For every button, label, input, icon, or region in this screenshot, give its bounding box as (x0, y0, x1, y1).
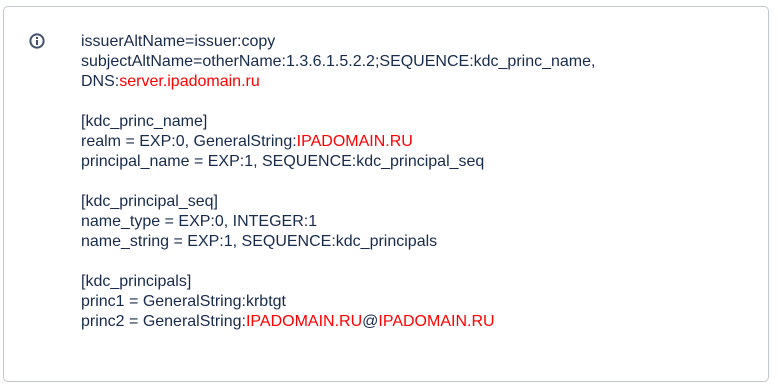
highlighted-value: IPADOMAIN.RU (378, 313, 495, 330)
config-text-block: issuerAltName=issuer:copy subjectAltName… (81, 32, 761, 332)
section-header: [kdc_princ_name] (81, 113, 208, 130)
config-line: name_type = EXP:0, INTEGER:1 (81, 213, 318, 230)
config-line: subjectAltName=otherName:1.3.6.1.5.2.2;S… (81, 53, 596, 70)
highlighted-value: IPADOMAIN.RU (296, 133, 413, 150)
highlighted-value: server.ipadomain.ru (119, 73, 260, 90)
config-line: name_string = EXP:1, SEQUENCE:kdc_princi… (81, 233, 438, 250)
config-line: princ2 = GeneralString:IPADOMAIN.RU@IPAD… (81, 312, 761, 332)
info-panel: issuerAltName=issuer:copy subjectAltName… (3, 6, 769, 382)
line-text: @ (362, 313, 379, 330)
section-header: [kdc_principal_seq] (81, 193, 218, 210)
config-line: issuerAltName=issuer:copy (81, 33, 276, 50)
info-icon (29, 33, 45, 49)
config-line: realm = EXP:0, GeneralString:IPADOMAIN.R… (81, 132, 761, 152)
config-line: DNS:server.ipadomain.ru (81, 72, 761, 92)
line-text: DNS: (81, 73, 120, 90)
line-text: princ2 = GeneralString: (81, 313, 246, 330)
line-text: realm = EXP:0, GeneralString: (81, 133, 297, 150)
section-header: [kdc_principals] (81, 273, 192, 290)
config-line: principal_name = EXP:1, SEQUENCE:kdc_pri… (81, 153, 485, 170)
config-line: princ1 = GeneralString:krbtgt (81, 293, 286, 310)
highlighted-value: IPADOMAIN.RU (245, 313, 363, 330)
